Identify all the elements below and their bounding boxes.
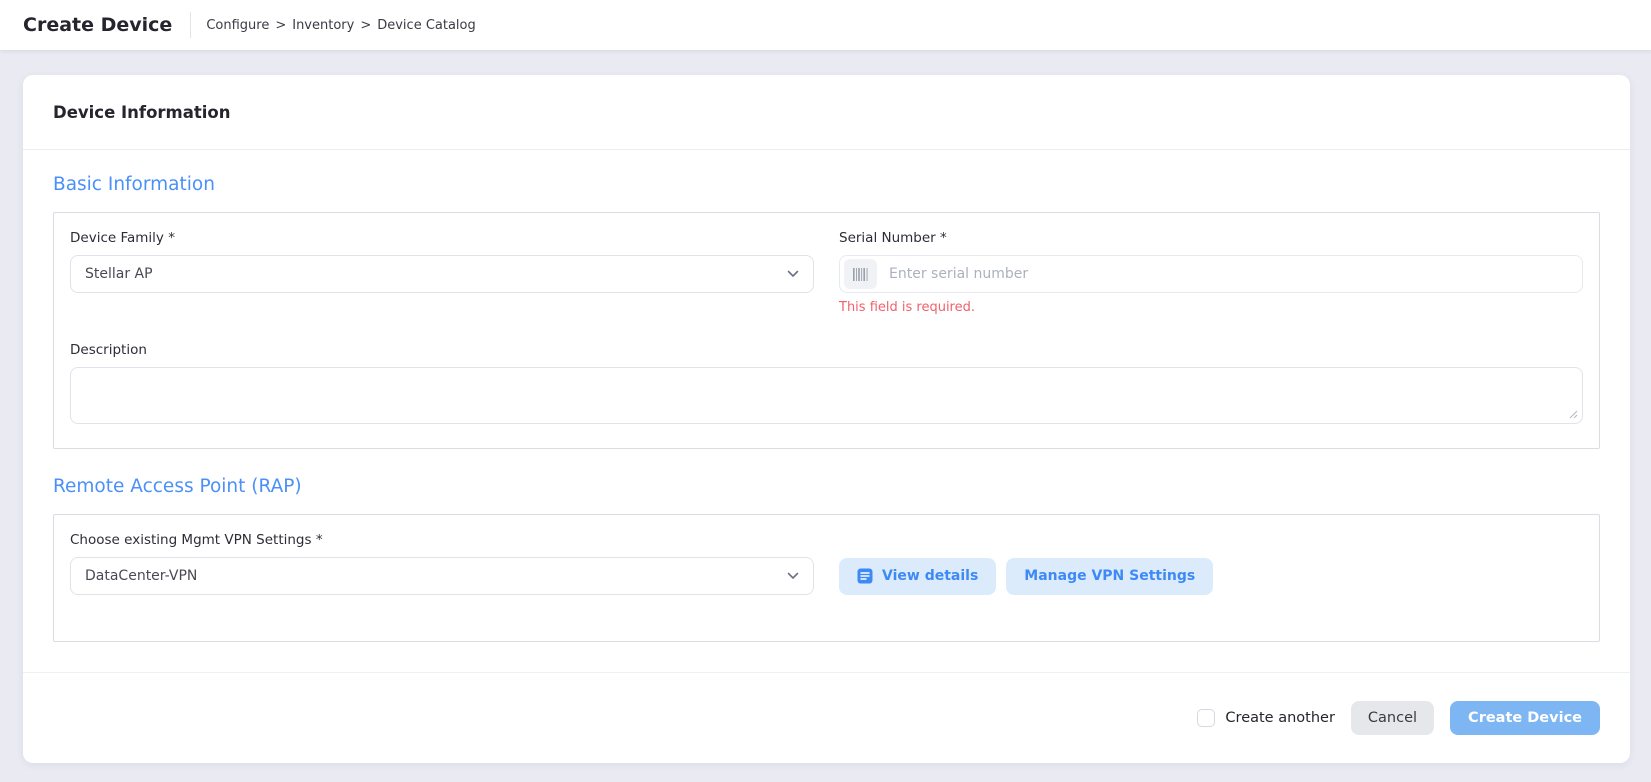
cancel-button[interactable]: Cancel (1351, 701, 1434, 735)
create-another-row: Create another (1197, 709, 1335, 727)
device-information-card: Device Information Basic Information Dev… (23, 75, 1630, 763)
breadcrumb-separator: > (275, 18, 286, 33)
title-divider (190, 12, 191, 38)
create-device-page: Create Device Configure > Inventory > De… (0, 0, 1651, 782)
vpn-settings-row: DataCenter-VPN (70, 557, 1583, 595)
card-body: Basic Information Device Family * Stella… (23, 174, 1630, 642)
device-family-field: Device Family * Stellar AP (70, 230, 814, 316)
serial-number-field: Serial Number * (839, 230, 1583, 316)
chevron-down-icon (787, 572, 799, 580)
serial-number-error: This field is required. (839, 300, 1583, 316)
chevron-down-icon (787, 270, 799, 278)
device-family-selected-value: Stellar AP (85, 266, 153, 282)
description-field: Description (70, 342, 1583, 424)
breadcrumb-item-configure[interactable]: Configure (206, 18, 269, 33)
serial-number-input-group (839, 255, 1583, 293)
list-details-icon (857, 568, 873, 584)
card-footer: Create another Cancel Create Device (23, 672, 1630, 763)
basic-field-grid: Device Family * Stellar AP Serial Number… (70, 230, 1583, 316)
rap-heading: Remote Access Point (RAP) (53, 476, 1600, 497)
breadcrumb-item-inventory[interactable]: Inventory (292, 18, 354, 33)
vpn-settings-select[interactable]: DataCenter-VPN (70, 557, 814, 595)
description-label: Description (70, 342, 1583, 359)
card-header: Device Information (23, 75, 1630, 150)
manage-vpn-settings-label: Manage VPN Settings (1024, 568, 1195, 584)
resize-handle-icon[interactable] (1568, 409, 1578, 419)
serial-number-input[interactable] (877, 266, 1582, 282)
create-device-button[interactable]: Create Device (1450, 701, 1600, 735)
basic-information-heading: Basic Information (53, 174, 1600, 195)
device-family-label: Device Family * (70, 230, 814, 247)
breadcrumb-item-device-catalog[interactable]: Device Catalog (377, 18, 476, 33)
vpn-settings-selected-value: DataCenter-VPN (85, 568, 197, 584)
vpn-settings-label: Choose existing Mgmt VPN Settings * (70, 532, 1583, 549)
breadcrumb-separator: > (360, 18, 371, 33)
basic-information-fieldset: Device Family * Stellar AP Serial Number… (53, 212, 1600, 449)
page-title: Create Device (23, 14, 172, 36)
top-bar: Create Device Configure > Inventory > De… (0, 0, 1651, 50)
breadcrumb: Configure > Inventory > Device Catalog (206, 18, 475, 33)
vpn-buttons-group: View details Manage VPN Settings (839, 558, 1213, 595)
view-details-label: View details (882, 568, 978, 584)
manage-vpn-settings-button[interactable]: Manage VPN Settings (1006, 558, 1213, 595)
create-another-checkbox[interactable] (1197, 709, 1215, 727)
serial-number-label: Serial Number * (839, 230, 1583, 247)
barcode-icon (844, 259, 877, 289)
card-title: Device Information (53, 103, 231, 122)
description-textarea[interactable] (70, 367, 1583, 424)
description-textarea-wrap (70, 367, 1583, 424)
device-family-select[interactable]: Stellar AP (70, 255, 814, 293)
create-another-label[interactable]: Create another (1225, 710, 1335, 726)
rap-fieldset: Choose existing Mgmt VPN Settings * Data… (53, 514, 1600, 642)
view-details-button[interactable]: View details (839, 558, 996, 595)
